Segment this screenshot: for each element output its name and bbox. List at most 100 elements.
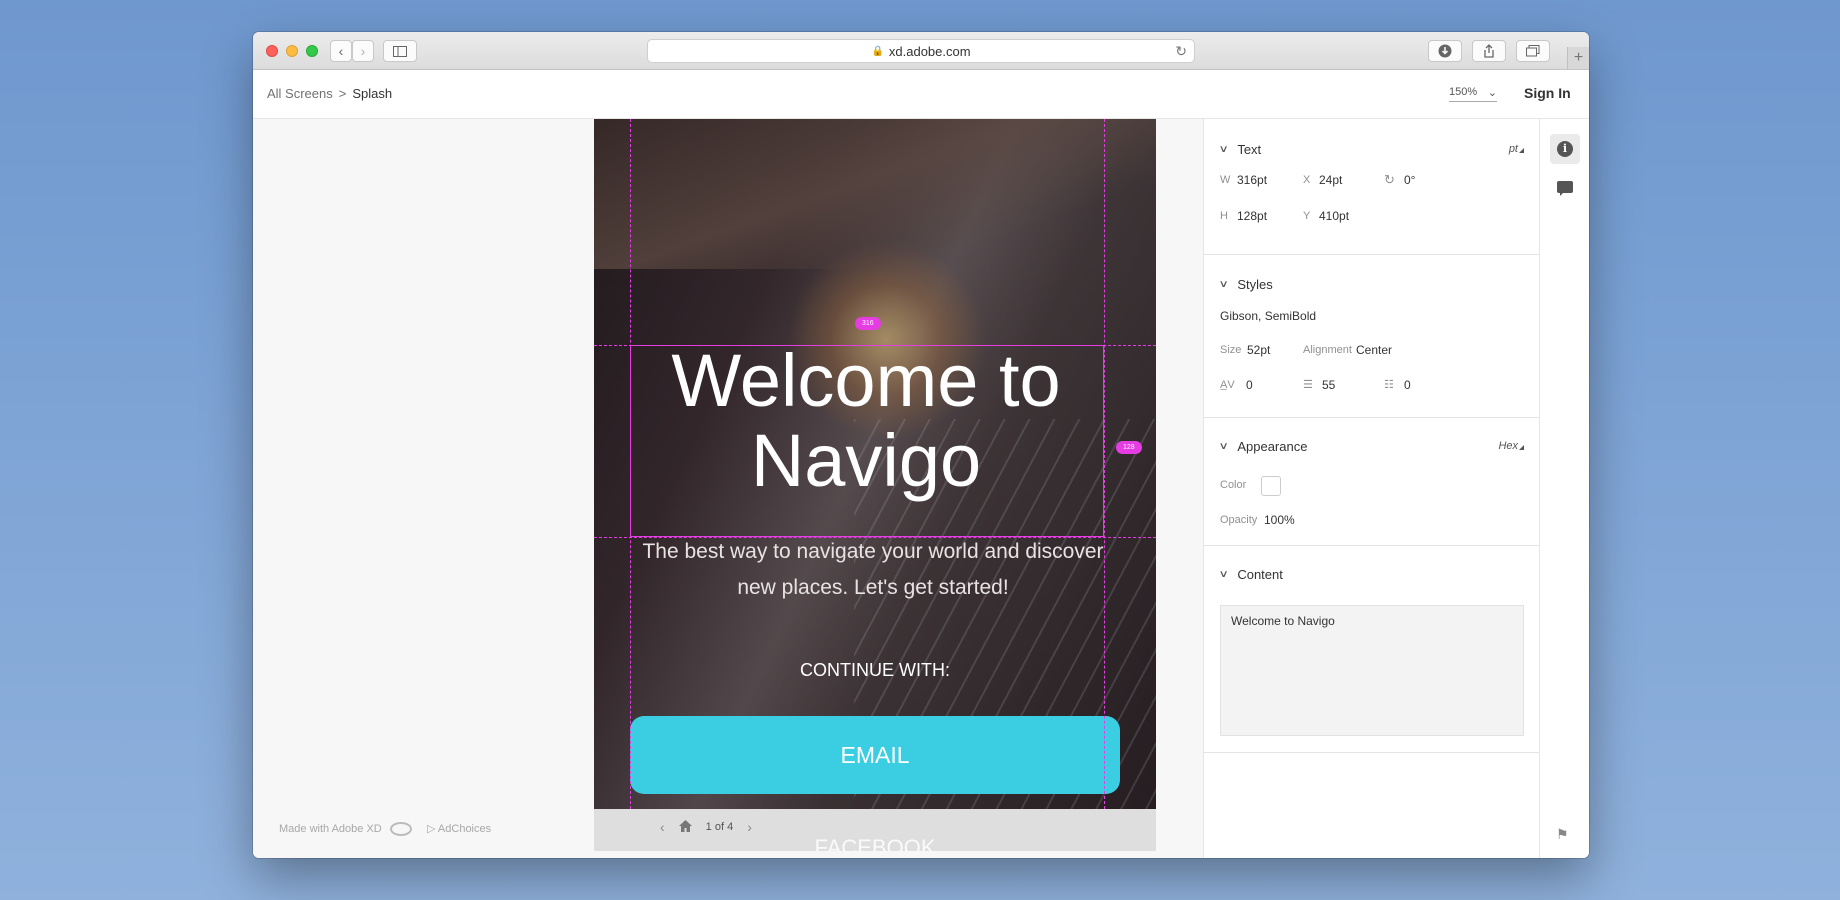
sign-in-link[interactable]: Sign In bbox=[1524, 85, 1571, 101]
adchoices-icon: ▷ bbox=[427, 823, 436, 835]
back-icon[interactable]: ‹ bbox=[330, 40, 352, 62]
chevron-down-icon: ∨ bbox=[1218, 144, 1229, 155]
info-icon[interactable]: i bbox=[1550, 134, 1580, 164]
browser-toolbar: ‹ › 🔒 xd.adobe.com ↻ + bbox=[253, 32, 1589, 70]
zoom-value: 150% bbox=[1449, 86, 1478, 98]
comment-icon[interactable] bbox=[1557, 181, 1573, 196]
corner-dropdown-icon[interactable] bbox=[1519, 445, 1524, 450]
unit-label[interactable]: pt bbox=[1509, 143, 1518, 155]
continue-with-label[interactable]: CONTINUE WITH: bbox=[594, 660, 1156, 681]
appearance-section-title: Appearance bbox=[1237, 439, 1308, 454]
next-screen-icon[interactable]: › bbox=[747, 819, 752, 835]
breadcrumb-all-screens[interactable]: All Screens bbox=[267, 86, 333, 101]
minimize-window-button[interactable] bbox=[286, 45, 298, 57]
guide-right bbox=[1104, 119, 1105, 809]
styles-section-header[interactable]: ∨ Styles bbox=[1218, 277, 1273, 292]
alignment-label: Alignment bbox=[1303, 344, 1352, 356]
inspector-panel: ∨ Text pt W 316pt X 24pt ↻ 0° H 128pt Y … bbox=[1203, 119, 1540, 858]
breadcrumb-current: Splash bbox=[352, 86, 393, 101]
download-icon[interactable] bbox=[1428, 40, 1462, 62]
close-window-button[interactable] bbox=[266, 45, 278, 57]
breadcrumb-separator: > bbox=[338, 86, 347, 101]
appearance-section: ∨ Appearance Hex Color Opacity 100% bbox=[1204, 418, 1540, 546]
adchoices-link[interactable]: ▷ AdChoices bbox=[427, 822, 491, 835]
address-bar[interactable]: 🔒 xd.adobe.com ↻ bbox=[647, 39, 1195, 63]
height-label: H bbox=[1220, 210, 1228, 222]
content-section: ∨ Content Welcome to Navigo bbox=[1204, 546, 1540, 753]
styles-section-title: Styles bbox=[1237, 277, 1273, 292]
email-button[interactable]: EMAIL bbox=[630, 716, 1120, 794]
color-swatch[interactable] bbox=[1261, 476, 1281, 496]
chevron-down-icon: ∨ bbox=[1218, 441, 1229, 452]
color-label: Color bbox=[1220, 479, 1247, 491]
size-label: Size bbox=[1220, 344, 1242, 356]
line-spacing-icon: ☰ bbox=[1303, 379, 1313, 391]
xd-header: All Screens > Splash 150% ⌄ Sign In bbox=[253, 70, 1589, 119]
artboard-splash[interactable]: Welcome to Navigo The best way to naviga… bbox=[594, 119, 1156, 809]
url-text: xd.adobe.com bbox=[888, 43, 971, 59]
pager-label: 1 of 4 bbox=[705, 821, 734, 833]
width-value[interactable]: 316pt bbox=[1237, 173, 1267, 187]
corner-dropdown-icon[interactable] bbox=[1519, 148, 1524, 153]
previous-screen-icon[interactable]: ‹ bbox=[660, 819, 665, 835]
styles-section: ∨ Styles Gibson, SemiBold Size 52pt Alig… bbox=[1204, 255, 1540, 418]
chevron-down-icon: ∨ bbox=[1218, 569, 1229, 580]
creative-cloud-icon bbox=[389, 822, 412, 836]
font-name[interactable]: Gibson, SemiBold bbox=[1220, 309, 1316, 323]
opacity-label: Opacity bbox=[1220, 514, 1258, 526]
y-label: Y bbox=[1303, 210, 1311, 222]
selection-box bbox=[630, 345, 1104, 537]
flag-icon[interactable]: ⚑ bbox=[1556, 826, 1569, 843]
home-icon[interactable] bbox=[678, 819, 692, 835]
character-spacing-value[interactable]: 0 bbox=[1246, 378, 1253, 392]
character-spacing-icon: A̲V bbox=[1220, 379, 1235, 391]
line-spacing-value[interactable]: 55 bbox=[1322, 378, 1335, 392]
artboard-subtitle[interactable]: The best way to navigate your world and … bbox=[636, 534, 1110, 606]
icon-rail: i ⚑ bbox=[1539, 119, 1589, 858]
color-mode-label[interactable]: Hex bbox=[1498, 440, 1518, 452]
rotation-value[interactable]: 0° bbox=[1404, 173, 1415, 187]
made-with-adobe-xd[interactable]: Made with Adobe XD bbox=[279, 822, 412, 836]
guide-bottom bbox=[594, 537, 1156, 538]
size-value[interactable]: 52pt bbox=[1247, 343, 1270, 357]
chevron-down-icon: ∨ bbox=[1218, 279, 1229, 290]
width-label: W bbox=[1220, 174, 1231, 186]
share-icon[interactable] bbox=[1472, 40, 1506, 62]
browser-window: ‹ › 🔒 xd.adobe.com ↻ + All Screens > Spl… bbox=[253, 32, 1589, 858]
appearance-section-header[interactable]: ∨ Appearance bbox=[1218, 439, 1308, 454]
zoom-select[interactable]: 150% ⌄ bbox=[1449, 86, 1497, 102]
adchoices-label: AdChoices bbox=[437, 823, 492, 835]
x-value[interactable]: 24pt bbox=[1319, 173, 1342, 187]
forward-icon[interactable]: › bbox=[352, 40, 374, 62]
rotation-icon: ↻ bbox=[1384, 172, 1395, 187]
text-section-title: Text bbox=[1237, 142, 1262, 157]
station-roof-image bbox=[594, 119, 1156, 269]
sidebar-icon[interactable] bbox=[383, 40, 417, 62]
text-section-header[interactable]: ∨ Text bbox=[1218, 142, 1262, 157]
chevron-down-icon: ⌄ bbox=[1487, 87, 1497, 99]
pager: ‹ 1 of 4 › bbox=[660, 819, 752, 835]
content-section-title: Content bbox=[1237, 567, 1283, 582]
content-section-header[interactable]: ∨ Content bbox=[1218, 567, 1283, 582]
canvas: Welcome to Navigo The best way to naviga… bbox=[253, 119, 1303, 858]
content-text-box[interactable]: Welcome to Navigo bbox=[1220, 605, 1524, 736]
y-value[interactable]: 410pt bbox=[1319, 209, 1349, 223]
width-measure-badge: 316 bbox=[855, 317, 881, 330]
paragraph-spacing-icon: ☷ bbox=[1384, 379, 1394, 391]
zoom-window-button[interactable] bbox=[306, 45, 318, 57]
lock-icon: 🔒 bbox=[871, 45, 884, 57]
reload-icon[interactable]: ↻ bbox=[1175, 43, 1187, 60]
new-tab-icon[interactable]: + bbox=[1567, 47, 1589, 69]
opacity-value[interactable]: 100% bbox=[1264, 513, 1295, 527]
breadcrumb: All Screens > Splash bbox=[267, 86, 392, 101]
x-label: X bbox=[1303, 174, 1311, 186]
height-measure-badge: 128 bbox=[1116, 441, 1142, 454]
paragraph-spacing-value[interactable]: 0 bbox=[1404, 378, 1411, 392]
made-with-label: Made with Adobe XD bbox=[279, 823, 382, 835]
tabs-icon[interactable] bbox=[1516, 40, 1550, 62]
prototype-footer: FACEBOOK ‹ 1 of 4 › bbox=[594, 809, 1156, 851]
height-value[interactable]: 128pt bbox=[1237, 209, 1267, 223]
alignment-value[interactable]: Center bbox=[1356, 343, 1392, 357]
facebook-button[interactable]: FACEBOOK bbox=[594, 835, 1156, 851]
info-glyph: i bbox=[1557, 141, 1573, 157]
